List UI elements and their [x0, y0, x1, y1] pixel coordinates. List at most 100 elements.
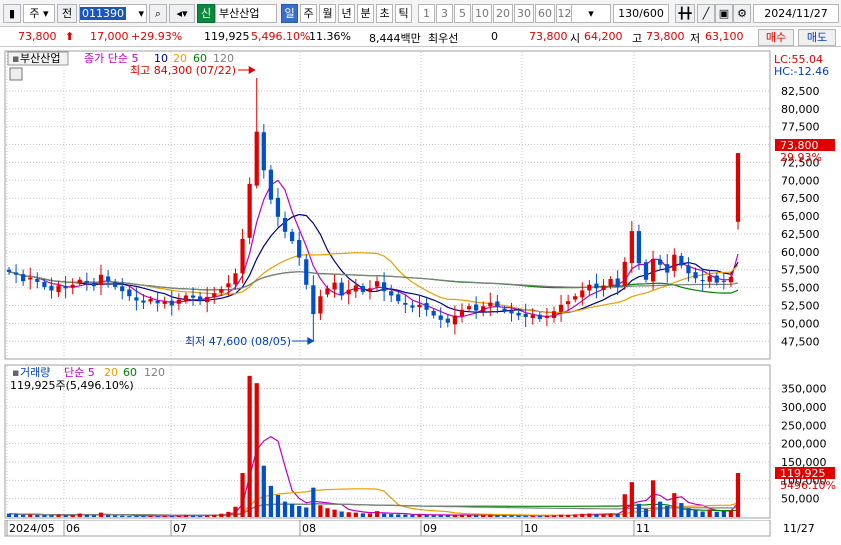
price-y-tick: 67,500: [781, 192, 820, 205]
volume-bar: [77, 513, 82, 517]
candle-body: [148, 299, 153, 302]
price-panel: 82,50080,00077,50075,00072,50070,00067,5…: [0, 48, 841, 362]
volume-bar: [113, 515, 118, 517]
interval-tab-1[interactable]: 1: [418, 4, 435, 23]
candle-settings-icon[interactable]: ╋╋: [675, 4, 695, 23]
volume-bar: [389, 514, 394, 517]
candle-body: [551, 311, 557, 318]
candle-body: [169, 300, 174, 306]
x-axis-label: 07: [173, 522, 187, 535]
save-icon[interactable]: ▣: [715, 4, 733, 23]
panel-title: 부산산업: [20, 52, 60, 65]
volume-bar: [735, 473, 741, 517]
candle-body: [183, 295, 189, 301]
period-tab-1[interactable]: 주: [300, 4, 317, 23]
volume-bar: [658, 501, 663, 517]
volume-bar: [403, 514, 408, 517]
candle-body: [530, 314, 535, 319]
drawing-tool-icon[interactable]: ╱: [697, 4, 715, 23]
volume-bar: [49, 515, 54, 517]
period-tab-4[interactable]: 분: [357, 4, 374, 23]
period-tab-6[interactable]: 틱: [395, 4, 412, 23]
candle-body: [488, 302, 493, 307]
period-tab-5[interactable]: 초: [376, 4, 393, 23]
price-y-tick: 50,000: [781, 317, 820, 330]
speaker-icon[interactable]: ◂▾: [169, 4, 195, 23]
stock-name-field[interactable]: 부산산업: [215, 4, 277, 23]
interval-tab-3[interactable]: 3: [436, 4, 453, 23]
candle-body: [374, 281, 380, 287]
interval-input[interactable]: ▾: [571, 4, 611, 23]
volume-bar: [254, 383, 259, 517]
candle-body: [254, 131, 259, 186]
price-y-tick: 80,000: [781, 103, 820, 116]
interval-tab-10[interactable]: 10: [472, 4, 492, 23]
volume-value: 119,925: [204, 30, 250, 43]
quote-bar: 73,800 ⬆ 17,000 +29.93% 119,925 5,496.10…: [0, 27, 841, 47]
table-icon[interactable]: [9, 67, 23, 81]
buy-button[interactable]: 매수: [758, 29, 794, 46]
prev-button[interactable]: 전: [57, 4, 77, 23]
volume-bar: [21, 514, 26, 517]
candle-body: [190, 295, 196, 298]
volume-y-tick: 350,000: [781, 383, 827, 396]
date-field[interactable]: 2024/11/27: [753, 4, 839, 23]
price-chart[interactable]: 82,50080,00077,50075,00072,50070,00067,5…: [0, 48, 841, 362]
interval-tab-20[interactable]: 20: [493, 4, 513, 23]
candle-body: [580, 290, 585, 298]
panel-menu-icon[interactable]: ▪: [12, 52, 19, 65]
volume-bar: [212, 514, 217, 517]
chart-type-icon[interactable]: ▮: [3, 4, 21, 23]
gear-icon[interactable]: ⚙: [733, 4, 751, 23]
volume-legend-ma60: 60: [123, 366, 137, 379]
volume-bar: [98, 512, 104, 517]
price-y-tick: 60,000: [781, 246, 820, 259]
candle-body: [679, 255, 684, 266]
period-tab-3[interactable]: 년: [338, 4, 355, 23]
volume-bar: [488, 514, 493, 517]
price-y-tick: 55,000: [781, 282, 820, 295]
volume-bar: [686, 508, 691, 517]
ask-price: 73,800: [529, 30, 568, 43]
sell-button[interactable]: 매도: [798, 29, 836, 46]
candle-body: [77, 279, 82, 284]
candle-body: [495, 301, 500, 307]
candle-body: [162, 301, 167, 304]
interval-tab-60[interactable]: 60: [535, 4, 555, 23]
volume-bar: [523, 515, 528, 517]
volume-bar: [516, 515, 521, 517]
code-input[interactable]: 011390 ▾: [79, 4, 147, 23]
volume-bar: [615, 514, 620, 517]
candle-body: [686, 265, 691, 274]
volume-bar: [481, 514, 486, 517]
period-tab-2[interactable]: 월: [319, 4, 336, 23]
candle-body: [49, 285, 54, 291]
x-axis-right-label: 11/27: [783, 522, 815, 535]
x-axis-label: 06: [66, 522, 80, 535]
volume-bar: [672, 493, 677, 517]
volume-bar: [304, 507, 309, 517]
volume-bar: [6, 513, 12, 517]
volume-bar: [594, 514, 599, 517]
volume-bar: [650, 480, 656, 517]
line-label: 최우선: [428, 32, 459, 45]
volume-ratio: 5,496.10%: [251, 30, 311, 43]
candle-body: [205, 296, 210, 303]
period-tab-0[interactable]: 일: [281, 4, 298, 23]
volume-bar: [396, 514, 401, 517]
interval-tab-30[interactable]: 30: [514, 4, 534, 23]
candle-body: [84, 280, 89, 283]
candle-body: [247, 183, 252, 238]
candle-body: [155, 300, 160, 304]
panel-menu-icon[interactable]: ▪: [12, 366, 19, 379]
interval-tab-5[interactable]: 5: [454, 4, 471, 23]
volume-chart[interactable]: 350,000300,000250,000200,000150,000100,0…: [0, 364, 841, 520]
count-field[interactable]: 130/600: [613, 4, 669, 23]
candle-body: [21, 274, 26, 282]
market-select[interactable]: 주 ▾: [23, 4, 55, 23]
x-axis-label: 11: [636, 522, 650, 535]
candle-body: [431, 310, 436, 316]
volume-bar: [120, 515, 125, 517]
volume-bar: [56, 514, 61, 517]
search-icon[interactable]: ⌕: [149, 4, 167, 23]
